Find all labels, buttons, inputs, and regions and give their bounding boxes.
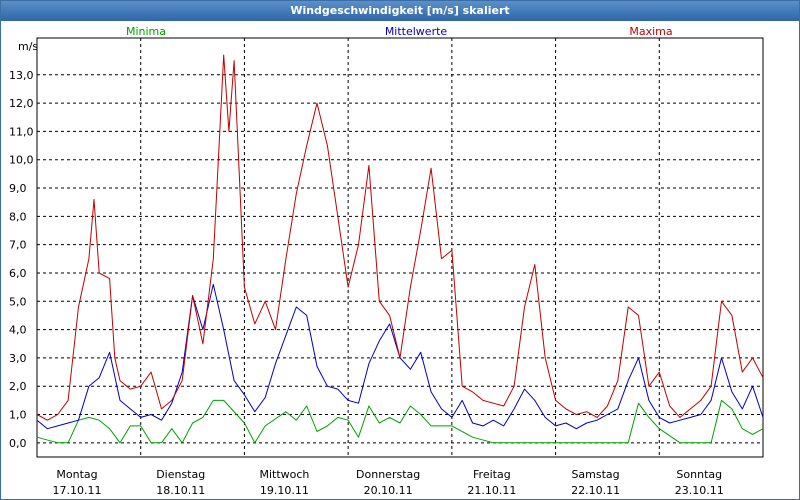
x-tick-day: Donnerstag [356, 468, 420, 481]
y-tick-label: 9,0 [9, 182, 27, 195]
y-tick-labels: 0,0 1,0 2,0 3,0 4,0 5,0 6,0 7,0 8,0 9,0 10,0 11,0 12… [9, 69, 34, 450]
series-line-maxima [36, 54, 764, 421]
legend: Minima Mittelwerte Maxima [126, 25, 673, 38]
x-tick-date: 22.10.11 [571, 484, 620, 497]
y-tick-label: 3,0 [9, 352, 27, 365]
x-tick-day: Dienstag [156, 468, 205, 481]
y-tick-label: 2,0 [9, 380, 27, 393]
y-axis-unit-label: m/s [18, 40, 38, 53]
y-tick-label: 11,0 [9, 125, 34, 138]
x-tick-date: 18.10.11 [156, 484, 205, 497]
y-tick-label: 5,0 [9, 295, 27, 308]
y-tick-label: 1,0 [9, 409, 27, 422]
x-tick-date: 20.10.11 [364, 484, 413, 497]
x-tick-day: Mittwoch [259, 468, 309, 481]
x-tick-date: 19.10.11 [260, 484, 309, 497]
x-tick-day: Samstag [571, 468, 619, 481]
chart-canvas: m/s 0,0 1,0 2,0 3,0 4,0 5,0 6,0 7,0 8,0 9,0 10,0 11… [9, 25, 764, 497]
x-tick-date: 17.10.11 [53, 484, 102, 497]
series-line-minima [36, 399, 764, 444]
y-tick-label: 12,0 [9, 97, 34, 110]
y-tick-label: 10,0 [9, 154, 34, 167]
y-tick-label: 4,0 [9, 324, 27, 337]
x-tick-day: Freitag [473, 468, 511, 481]
y-tick-label: 0,0 [9, 437, 27, 450]
series-lines [36, 54, 764, 444]
x-tick-labels: Montag 17.10.11 Dienstag 18.10.11 Mittwoch 19… [53, 468, 724, 497]
y-tick-label: 6,0 [9, 267, 27, 280]
legend-item-maxima: Maxima [629, 25, 672, 38]
x-tick-date: 23.10.11 [675, 484, 724, 497]
legend-item-mittelwerte: Mittelwerte [385, 25, 448, 38]
x-tick-day: Sonntag [676, 468, 722, 481]
x-tick-date: 21.10.11 [467, 484, 516, 497]
grid-lines [37, 38, 763, 457]
y-tick-label: 8,0 [9, 210, 27, 223]
legend-item-minima: Minima [126, 25, 166, 38]
x-tick-day: Montag [56, 468, 97, 481]
y-tick-label: 13,0 [9, 69, 34, 82]
plot-frame [36, 37, 764, 458]
y-tick-label: 7,0 [9, 239, 27, 252]
